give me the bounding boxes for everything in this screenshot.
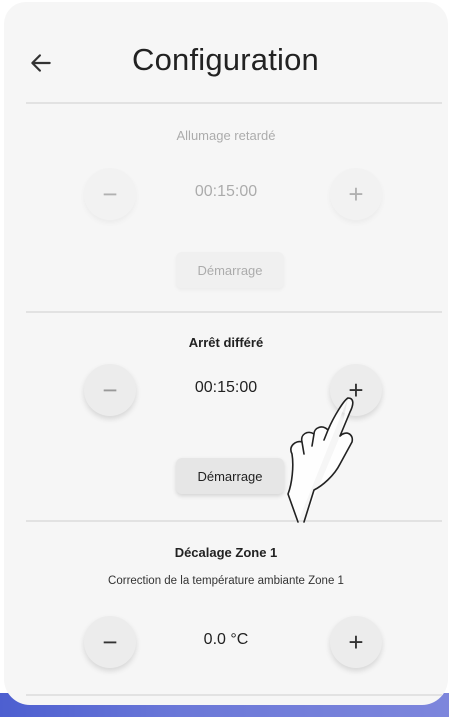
- plus-icon: +: [348, 627, 364, 657]
- section-title: Allumage retardé: [176, 128, 276, 143]
- plus-icon: +: [348, 179, 364, 209]
- header-divider: [26, 102, 442, 104]
- back-arrow-icon[interactable]: [28, 50, 54, 76]
- tap-hand-icon: [287, 397, 354, 523]
- section-divider: [26, 520, 442, 522]
- section-subtitle: Correction de la température ambiante Zo…: [108, 575, 344, 587]
- plus-icon: +: [348, 375, 364, 405]
- increment-button[interactable]: +: [330, 168, 382, 220]
- header: Configuration: [4, 2, 448, 102]
- start-button[interactable]: Démarrage: [176, 252, 284, 288]
- increment-button[interactable]: +: [330, 616, 382, 668]
- page-title: Configuration: [132, 42, 319, 77]
- configuration-panel: Configuration Allumage retardé − 00:15:0…: [4, 2, 448, 705]
- increment-button[interactable]: +: [330, 364, 382, 416]
- section-title: Décalage Zone 1: [174, 545, 278, 560]
- section-divider: [26, 694, 442, 696]
- section-divider: [26, 311, 442, 313]
- app-frame: Configuration Allumage retardé − 00:15:0…: [0, 0, 449, 717]
- start-button[interactable]: Démarrage: [176, 458, 284, 494]
- section-title: Arrêt différé: [188, 335, 264, 350]
